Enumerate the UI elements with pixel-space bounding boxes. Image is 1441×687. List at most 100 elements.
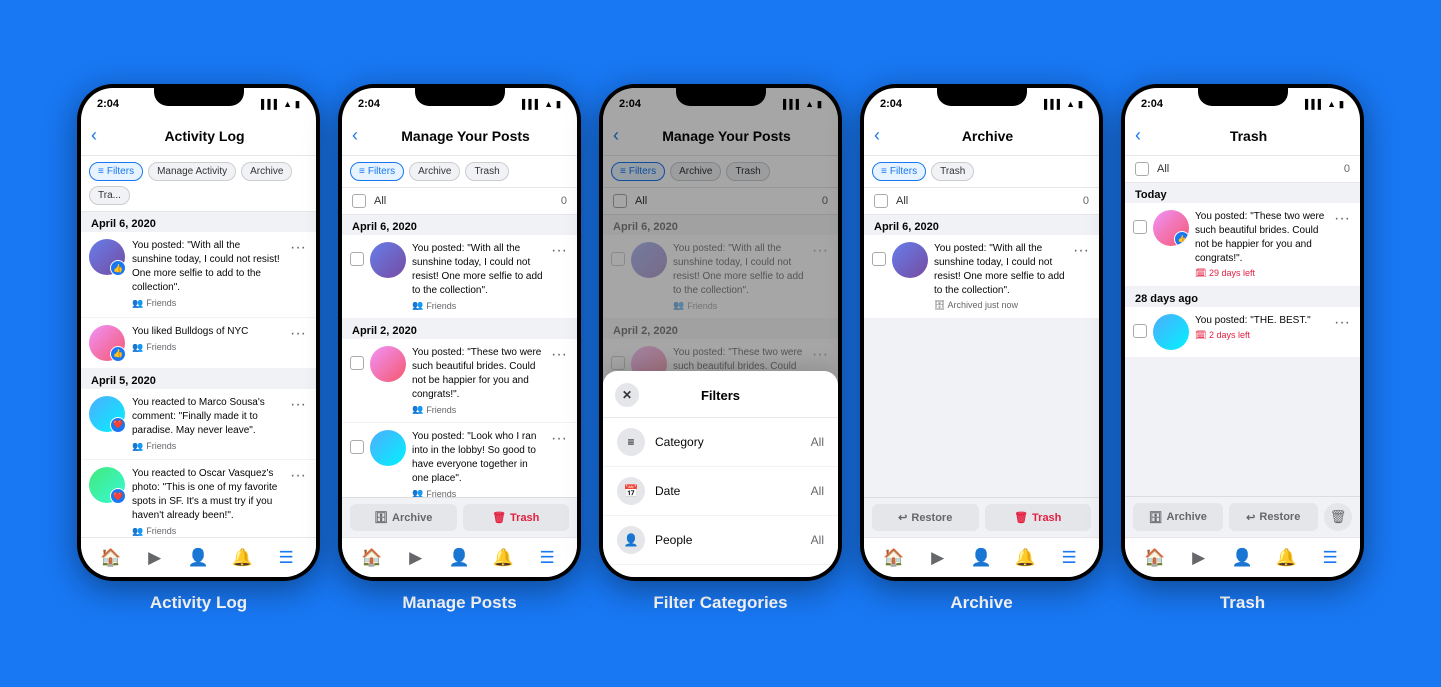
phone-label-4: Archive — [950, 593, 1012, 613]
nav-video-1[interactable]: ▶ — [141, 544, 169, 572]
check-2c[interactable] — [350, 440, 364, 454]
select-all-4: All 0 — [864, 188, 1099, 215]
more-btn-1c[interactable]: ··· — [288, 396, 308, 414]
delete-btn-5[interactable]: 🗑 — [1324, 503, 1352, 531]
meta-1a: 👥Friends — [132, 297, 281, 310]
status-time-1: 2:04 — [97, 98, 119, 110]
chip-filters-1[interactable]: ≡ Filters — [89, 162, 143, 181]
checkbox-all-4[interactable] — [874, 194, 888, 208]
more-btn-1b[interactable]: ··· — [288, 325, 308, 343]
nav-title-1: Activity Log — [105, 128, 304, 144]
phone-manage-posts: 2:04 ▌▌▌ ▲ ▮ ‹ Manage Your Posts ≡ Filte… — [338, 84, 581, 613]
activity-item-1b: 👍 You liked Bulldogs of NYC 👥Friends ··· — [81, 318, 316, 369]
chip-trash-1[interactable]: Tra... — [89, 186, 130, 205]
check-5a[interactable] — [1133, 220, 1147, 234]
wifi-icon-4: ▲ — [1066, 99, 1075, 109]
chip-archive-1[interactable]: Archive — [241, 162, 292, 181]
phone-trash: 2:04 ▌▌▌ ▲ ▮ ‹ Trash All 0 — [1121, 84, 1364, 613]
trash-btn-2[interactable]: 🗑 Trash — [463, 504, 570, 531]
nav-home-2[interactable]: 🏠 — [358, 544, 386, 572]
nav-menu-1[interactable]: ☰ — [272, 544, 300, 572]
chip-filters-2[interactable]: ≡ Filters — [350, 162, 404, 181]
filter-close-btn-3[interactable]: ✕ — [615, 383, 639, 407]
more-5b[interactable]: ··· — [1332, 314, 1352, 332]
nav-profile-5[interactable]: 👤 — [1228, 544, 1256, 572]
archive-btn-2[interactable]: 🗄 Archive — [350, 504, 457, 531]
activity-text-1a: You posted: "With all the sunshine today… — [132, 239, 281, 310]
nav-menu-2[interactable]: ☰ — [533, 544, 561, 572]
check-2b[interactable] — [350, 356, 364, 370]
more-btn-1a[interactable]: ··· — [288, 239, 308, 257]
back-button-2[interactable]: ‹ — [352, 125, 358, 146]
filter-row-people[interactable]: 👤 People All — [603, 516, 838, 565]
nav-home-4[interactable]: 🏠 — [880, 544, 908, 572]
nav-video-5[interactable]: ▶ — [1185, 544, 1213, 572]
back-button-4[interactable]: ‹ — [874, 125, 880, 146]
nav-profile-1[interactable]: 👤 — [184, 544, 212, 572]
posts-content-2: April 6, 2020 You posted: "With all the … — [342, 215, 577, 497]
filter-row-category[interactable]: ≡ Category All — [603, 418, 838, 467]
checkbox-all-2[interactable] — [352, 194, 366, 208]
more-2a[interactable]: ··· — [549, 242, 569, 260]
chip-archive-2[interactable]: Archive — [409, 162, 460, 181]
phone-frame-5: 2:04 ▌▌▌ ▲ ▮ ‹ Trash All 0 — [1121, 84, 1364, 581]
nav-video-2[interactable]: ▶ — [402, 544, 430, 572]
select-count-5: 0 — [1344, 163, 1350, 175]
signal-icon-2: ▌▌▌ — [522, 99, 541, 109]
chip-trash-4[interactable]: Trash — [931, 162, 974, 181]
select-all-label-4: All — [896, 195, 908, 207]
meta-1c: 👥Friends — [132, 440, 281, 453]
nav-profile-4[interactable]: 👤 — [967, 544, 995, 572]
section-date-5a: Today — [1125, 183, 1360, 203]
nav-home-1[interactable]: 🏠 — [97, 544, 125, 572]
chips-row-4: ≡ Filters Trash — [864, 156, 1099, 188]
nav-bar-5: ‹ Trash — [1125, 116, 1360, 156]
activity-content-1: April 6, 2020 👍 You posted: "With all th… — [81, 212, 316, 537]
more-2c[interactable]: ··· — [549, 430, 569, 448]
post-item-4a: You posted: "With all the sunshine today… — [864, 235, 1099, 319]
chip-manage-1[interactable]: Manage Activity — [148, 162, 236, 181]
chip-filters-4[interactable]: ≡ Filters — [872, 162, 926, 181]
nav-bell-2[interactable]: 🔔 — [489, 544, 517, 572]
nav-menu-4[interactable]: ☰ — [1055, 544, 1083, 572]
wifi-icon-2: ▲ — [544, 99, 553, 109]
trash-btn-4[interactable]: 🗑 Trash — [985, 504, 1092, 531]
nav-title-4: Archive — [888, 128, 1087, 144]
filter-label-date: Date — [655, 484, 811, 498]
nav-bell-5[interactable]: 🔔 — [1272, 544, 1300, 572]
wifi-icon-5: ▲ — [1327, 99, 1336, 109]
check-2a[interactable] — [350, 252, 364, 266]
more-btn-1d[interactable]: ··· — [288, 467, 308, 485]
more-5a[interactable]: ··· — [1332, 210, 1352, 228]
restore-btn-4[interactable]: ↩ Restore — [872, 504, 979, 531]
back-button-5[interactable]: ‹ — [1135, 125, 1141, 146]
back-button-1[interactable]: ‹ — [91, 125, 97, 146]
more-2b[interactable]: ··· — [549, 346, 569, 364]
days-left-5a: 🗓 29 days left — [1195, 268, 1326, 279]
archive-btn-5[interactable]: 🗄 Archive — [1133, 503, 1223, 531]
checkbox-all-5[interactable] — [1135, 162, 1149, 176]
nav-bar-4: ‹ Archive — [864, 116, 1099, 156]
filter-row-date[interactable]: 📅 Date All — [603, 467, 838, 516]
check-5b[interactable] — [1133, 324, 1147, 338]
nav-bell-1[interactable]: 🔔 — [228, 544, 256, 572]
more-4a[interactable]: ··· — [1071, 242, 1091, 260]
bottom-nav-5: 🏠 ▶ 👤 🔔 ☰ — [1125, 537, 1360, 577]
battery-icon-4: ▮ — [1078, 99, 1083, 110]
nav-profile-2[interactable]: 👤 — [445, 544, 473, 572]
nav-bell-4[interactable]: 🔔 — [1011, 544, 1039, 572]
nav-home-5[interactable]: 🏠 — [1141, 544, 1169, 572]
chip-trash-2[interactable]: Trash — [465, 162, 508, 181]
meta-1d: 👥Friends — [132, 525, 281, 537]
avatar-1d: ❤️ — [89, 467, 125, 503]
nav-menu-5[interactable]: ☰ — [1316, 544, 1344, 572]
battery-icon-5: ▮ — [1339, 99, 1344, 110]
delete-icon-5: 🗑 — [1330, 509, 1347, 525]
avatar-1b: 👍 — [89, 325, 125, 361]
check-4a[interactable] — [872, 252, 886, 266]
phones-row: 2:04 ▌▌▌ ▲ ▮ ‹ Activity Log ≡ Filters — [77, 84, 1364, 613]
select-count-2: 0 — [561, 195, 567, 207]
bottom-nav-1: 🏠 ▶ 👤 🔔 ☰ — [81, 537, 316, 577]
nav-video-4[interactable]: ▶ — [924, 544, 952, 572]
restore-btn-5[interactable]: ↩ Restore — [1229, 503, 1319, 531]
